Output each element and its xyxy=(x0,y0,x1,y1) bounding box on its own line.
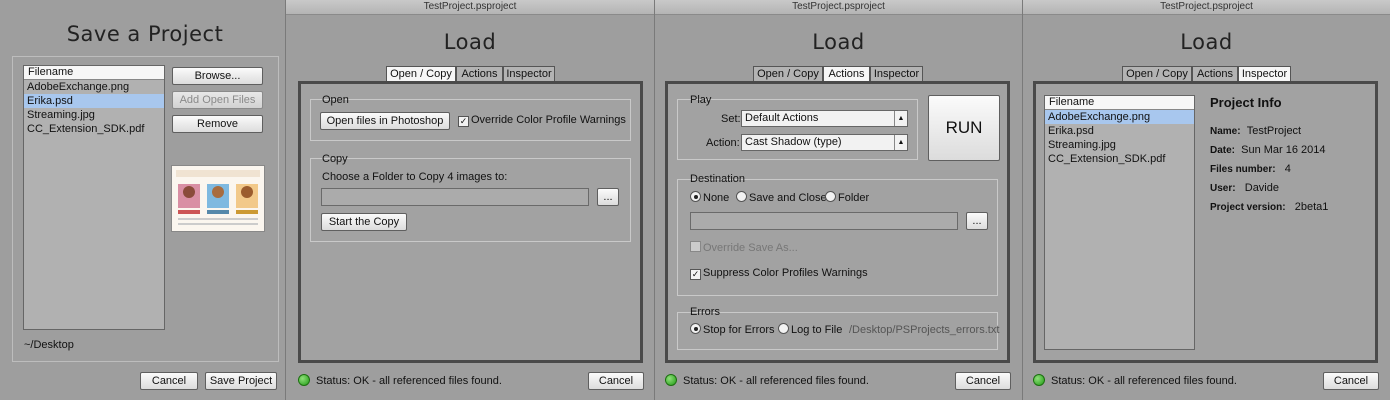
open-copy-panel: Open Open files in Photoshop ✓ Override C… xyxy=(298,81,643,363)
chevron-down-icon: ▲ xyxy=(894,135,907,150)
checkbox-label: Override Color Profile Warnings xyxy=(471,114,626,126)
info-user: User: Davide xyxy=(1210,182,1279,194)
inspector-panel: Filename AdobeExchange.png Erika.psd Str… xyxy=(1033,81,1378,363)
load-window-open-copy: TestProject.psproject Load Open / Copy A… xyxy=(286,0,654,400)
start-copy-button[interactable]: Start the Copy xyxy=(321,213,407,231)
tab-actions[interactable]: Actions xyxy=(823,66,870,81)
group-label: Errors xyxy=(690,306,720,318)
info-files-number: Files number: 4 xyxy=(1210,163,1291,175)
group-label: Open xyxy=(322,94,349,106)
list-item[interactable]: Streaming.jpg xyxy=(1045,138,1194,152)
list-item[interactable]: CC_Extension_SDK.pdf xyxy=(24,122,164,136)
status-ok-icon xyxy=(298,374,310,386)
copy-prompt: Choose a Folder to Copy 4 images to: xyxy=(322,171,508,183)
info-name: Name: TestProject xyxy=(1210,125,1302,137)
radio-icon xyxy=(690,323,701,334)
window-title: TestProject.psproject xyxy=(286,0,654,15)
tab-open-copy[interactable]: Open / Copy xyxy=(386,66,456,81)
radio-icon xyxy=(690,191,701,202)
dest-save-close-radio[interactable]: Save and Close xyxy=(736,191,827,204)
group-label: Destination xyxy=(690,173,746,185)
load-window-inspector: TestProject.psproject Load Open / Copy A… xyxy=(1023,0,1390,400)
action-label: Action: xyxy=(706,137,740,149)
cancel-button[interactable]: Cancel xyxy=(955,372,1011,390)
checkmark-icon: ✓ xyxy=(690,269,701,280)
load-window-actions: TestProject.psproject Load Open / Copy A… xyxy=(655,0,1022,400)
set-dropdown[interactable]: Default Actions ▲ xyxy=(741,110,908,127)
tab-inspector[interactable]: Inspector xyxy=(1238,66,1291,81)
chevron-down-icon: ▲ xyxy=(894,111,907,126)
override-color-profile-checkbox[interactable]: ✓ Override Color Profile Warnings xyxy=(458,114,626,127)
destination-folder-field[interactable] xyxy=(690,212,958,230)
list-item[interactable]: AdobeExchange.png xyxy=(24,80,164,94)
tab-inspector[interactable]: Inspector xyxy=(503,66,555,81)
page-title: Load xyxy=(812,30,865,54)
copy-folder-browse-button[interactable]: ... xyxy=(597,188,619,206)
info-date: Date: Sun Mar 16 2014 xyxy=(1210,144,1326,156)
tab-open-copy[interactable]: Open / Copy xyxy=(1122,66,1192,81)
radio-icon xyxy=(778,323,789,334)
list-item-selected[interactable]: Erika.psd xyxy=(24,94,164,108)
status-text: Status: OK - all referenced files found. xyxy=(1033,374,1237,387)
file-list[interactable]: Filename AdobeExchange.png Erika.psd Str… xyxy=(1044,95,1195,350)
checkmark-icon: ✓ xyxy=(458,116,469,127)
page-title: Save a Project xyxy=(66,22,224,46)
status-ok-icon xyxy=(665,374,677,386)
image-preview xyxy=(171,165,265,232)
checkbox-icon xyxy=(690,241,701,252)
save-project-button[interactable]: Save Project xyxy=(205,372,277,390)
window-title: TestProject.psproject xyxy=(655,0,1022,15)
cancel-button[interactable]: Cancel xyxy=(140,372,198,390)
suppress-warnings-checkbox[interactable]: ✓ Suppress Color Profiles Warnings xyxy=(690,267,868,280)
save-project-window: Save a Project Filename AdobeExchange.pn… xyxy=(0,0,282,400)
copy-folder-field[interactable] xyxy=(321,188,589,206)
browse-button[interactable]: Browse... xyxy=(172,67,263,85)
list-item-selected[interactable]: AdobeExchange.png xyxy=(1045,110,1194,124)
log-to-file-radio[interactable]: Log to File xyxy=(778,323,842,336)
tab-actions[interactable]: Actions xyxy=(1192,66,1238,81)
tab-inspector[interactable]: Inspector xyxy=(870,66,923,81)
log-path: /Desktop/PSProjects_errors.txt xyxy=(849,324,1000,336)
path-label: ~/Desktop xyxy=(24,339,74,351)
radio-icon xyxy=(825,191,836,202)
status-text: Status: OK - all referenced files found. xyxy=(298,374,502,387)
page-title: Load xyxy=(443,30,497,54)
actions-panel: Play Set: Default Actions ▲ Action: Cast … xyxy=(665,81,1010,363)
dest-folder-radio[interactable]: Folder xyxy=(825,191,869,204)
list-item[interactable]: Erika.psd xyxy=(1045,124,1194,138)
cancel-button[interactable]: Cancel xyxy=(1323,372,1379,390)
group-label: Copy xyxy=(322,153,348,165)
tab-actions[interactable]: Actions xyxy=(456,66,503,81)
list-item[interactable]: CC_Extension_SDK.pdf xyxy=(1045,152,1194,166)
file-list[interactable]: Filename AdobeExchange.png Erika.psd Str… xyxy=(23,65,165,330)
list-header: Filename xyxy=(1045,96,1194,110)
preview-thumbnail-icon xyxy=(172,166,264,231)
status-ok-icon xyxy=(1033,374,1045,386)
status-text: Status: OK - all referenced files found. xyxy=(665,374,869,387)
destination-browse-button[interactable]: ... xyxy=(966,212,988,230)
run-button[interactable]: RUN xyxy=(928,95,1000,161)
list-item[interactable]: Streaming.jpg xyxy=(24,108,164,122)
info-project-version: Project version: 2beta1 xyxy=(1210,201,1329,213)
add-open-files-button[interactable]: Add Open Files xyxy=(172,91,263,109)
set-label: Set: xyxy=(721,113,741,125)
open-in-photoshop-button[interactable]: Open files in Photoshop xyxy=(320,112,450,130)
list-header: Filename xyxy=(24,66,164,80)
project-info-title: Project Info xyxy=(1210,95,1282,110)
page-title: Load xyxy=(1180,30,1233,54)
radio-icon xyxy=(736,191,747,202)
tab-open-copy[interactable]: Open / Copy xyxy=(753,66,823,81)
cancel-button[interactable]: Cancel xyxy=(588,372,644,390)
window-title: TestProject.psproject xyxy=(1023,0,1390,15)
remove-button[interactable]: Remove xyxy=(172,115,263,133)
action-dropdown[interactable]: Cast Shadow (type) ▲ xyxy=(741,134,908,151)
override-save-as-checkbox[interactable]: Override Save As... xyxy=(690,241,798,254)
group-label: Play xyxy=(690,94,712,106)
stop-for-errors-radio[interactable]: Stop for Errors xyxy=(690,323,775,336)
dest-none-radio[interactable]: None xyxy=(690,191,729,204)
